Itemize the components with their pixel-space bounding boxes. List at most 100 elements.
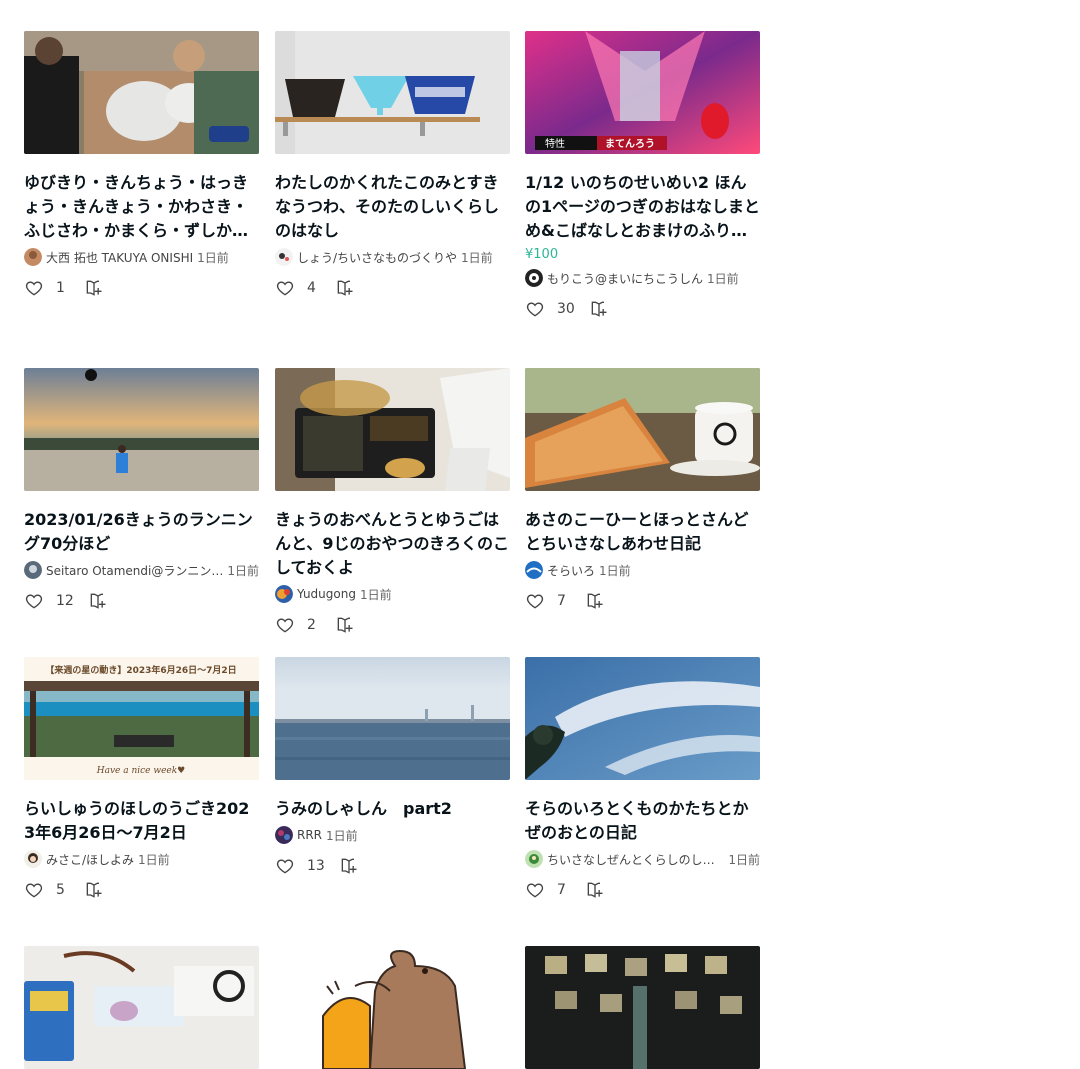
note-card[interactable]: あさのこーひーとほっとさんどとちいさなしあわせ日記 そらいろ 1日前 7: [525, 368, 760, 613]
card-thumbnail[interactable]: [525, 657, 760, 780]
author-name[interactable]: そらいろ: [547, 562, 595, 579]
author-avatar[interactable]: [525, 561, 543, 579]
card-thumbnail[interactable]: 【来週の星の動き】2023年6月26日〜7月2日 Have a nice wee…: [24, 657, 259, 780]
card-thumbnail[interactable]: [275, 657, 510, 780]
add-to-magazine-icon[interactable]: [589, 299, 609, 319]
card-actions: 4: [275, 276, 510, 300]
card-thumbnail[interactable]: [24, 368, 259, 491]
card-title[interactable]: 1/12 いのちのせいめい2 ほんの1ページのつぎのおはなしまとめ&こばなしとお…: [525, 171, 760, 243]
like-count: 7: [557, 593, 566, 609]
card-meta: Yudugong 1日前: [275, 584, 510, 604]
card-title[interactable]: ゆびきり・きんちょう・はっきょう・きんきょう・かわさき・ふじさわ・かまくら・ずし…: [24, 171, 259, 243]
card-thumbnail[interactable]: [525, 946, 760, 1069]
post-time: 1日前: [359, 587, 392, 602]
heart-outline-icon[interactable]: [525, 299, 545, 319]
thumbnail-banner-script: Have a nice week♥: [96, 766, 186, 776]
heart-outline-icon[interactable]: [525, 880, 545, 900]
author-avatar[interactable]: [24, 248, 42, 266]
author-avatar[interactable]: [525, 269, 543, 287]
note-card[interactable]: そらのいろとくものかたちとかぜのおとの日記 ちいさなしぜんとくらしのしゃしん i…: [525, 657, 760, 902]
author-avatar[interactable]: [275, 826, 293, 844]
add-to-magazine-icon[interactable]: [585, 591, 605, 611]
author-name[interactable]: Yudugong: [297, 587, 356, 601]
post-time: 1日前: [138, 852, 170, 867]
heart-outline-icon[interactable]: [275, 856, 295, 876]
card-meta: 大西 拓也 TAKUYA ONISHI 1日前: [24, 247, 259, 267]
add-to-magazine-icon[interactable]: [335, 615, 355, 635]
heart-outline-icon[interactable]: [24, 278, 44, 298]
card-actions: 7: [525, 878, 760, 902]
heart-outline-icon[interactable]: [275, 615, 295, 635]
card-actions: 1: [24, 276, 259, 300]
thumbnail-badge-right: まてんろう: [605, 138, 655, 150]
like-count: 30: [557, 301, 575, 317]
author-avatar[interactable]: [24, 561, 42, 579]
card-meta: ちいさなしぜんとくらしのしゃしん in ちかくのこうえん 1日前: [525, 849, 760, 869]
add-to-magazine-icon[interactable]: [335, 278, 355, 298]
card-thumbnail[interactable]: [525, 368, 760, 491]
note-card[interactable]: [525, 946, 760, 1069]
note-card[interactable]: 特性 まてんろう 1/12 いのちのせいめい2 ほんの1ページのつぎのおはなしま…: [525, 31, 760, 321]
post-time: 1日前: [197, 250, 229, 265]
card-title[interactable]: らいしゅうのほしのうごき2023年6月26日〜7月2日: [24, 797, 259, 845]
card-actions: 12: [24, 589, 259, 613]
author-avatar[interactable]: [525, 850, 543, 868]
author-avatar[interactable]: [275, 585, 293, 603]
author-name[interactable]: 大西 拓也 TAKUYA ONISHI: [46, 249, 193, 266]
card-thumbnail[interactable]: [275, 31, 510, 154]
thumbnail-banner-title: 【来週の星の動き】2023年6月26日〜7月2日: [45, 664, 236, 676]
author-name[interactable]: みさこ/ほしよみ: [46, 851, 134, 868]
heart-outline-icon[interactable]: [24, 591, 44, 611]
card-thumbnail[interactable]: [24, 946, 259, 1069]
add-to-magazine-icon[interactable]: [585, 880, 605, 900]
thumbnail-badge-left: 特性: [545, 137, 565, 150]
note-card[interactable]: 【来週の星の動き】2023年6月26日〜7月2日 Have a nice wee…: [24, 657, 259, 902]
author-name[interactable]: Seitaro Otamendi@ランニングにち: [46, 562, 223, 579]
card-title[interactable]: そらのいろとくものかたちとかぜのおとの日記: [525, 797, 760, 845]
card-meta: そらいろ 1日前: [525, 560, 760, 580]
add-to-magazine-icon[interactable]: [339, 856, 359, 876]
author-avatar[interactable]: [275, 248, 293, 266]
note-card[interactable]: きょうのおべんとうとゆうごはんと、9じのおやつのきろくのこしておくよ Yudug…: [275, 368, 510, 637]
add-to-magazine-icon[interactable]: [84, 278, 104, 298]
card-actions: 2: [275, 613, 510, 637]
post-time: 1日前: [728, 852, 760, 867]
like-count: 5: [56, 882, 65, 898]
card-title[interactable]: あさのこーひーとほっとさんどとちいさなしあわせ日記: [525, 508, 760, 556]
note-card[interactable]: 2023/01/26きょうのランニング70分ほど Seitaro Otamend…: [24, 368, 259, 613]
card-title[interactable]: わたしのかくれたこのみとすきなうつわ、そのたのしいくらしのはなし: [275, 171, 510, 243]
heart-outline-icon[interactable]: [24, 880, 44, 900]
post-time: 1日前: [326, 828, 358, 843]
like-count: 1: [56, 280, 65, 296]
card-title[interactable]: きょうのおべんとうとゆうごはんと、9じのおやつのきろくのこしておくよ: [275, 508, 510, 580]
heart-outline-icon[interactable]: [275, 278, 295, 298]
note-card[interactable]: ゆびきり・きんちょう・はっきょう・きんきょう・かわさき・ふじさわ・かまくら・ずし…: [24, 31, 259, 300]
like-count: 12: [56, 593, 74, 609]
card-thumbnail[interactable]: [275, 368, 510, 491]
post-time: 1日前: [707, 271, 739, 286]
card-title[interactable]: うみのしゃしん part2: [275, 797, 510, 821]
note-card[interactable]: わたしのかくれたこのみとすきなうつわ、そのたのしいくらしのはなし しょう/ちいさ…: [275, 31, 510, 300]
add-to-magazine-icon[interactable]: [84, 880, 104, 900]
note-card[interactable]: [275, 946, 510, 1069]
author-name[interactable]: ちいさなしぜんとくらしのしゃしん in ちかくのこうえん: [547, 851, 724, 868]
card-thumbnail[interactable]: [24, 31, 259, 154]
card-thumbnail[interactable]: [275, 946, 510, 1069]
author-avatar[interactable]: [24, 850, 42, 868]
card-actions: 5: [24, 878, 259, 902]
heart-outline-icon[interactable]: [525, 591, 545, 611]
card-meta: RRR 1日前: [275, 825, 510, 845]
note-card[interactable]: うみのしゃしん part2 RRR 1日前 13: [275, 657, 510, 878]
note-card[interactable]: [24, 946, 259, 1069]
author-name[interactable]: しょう/ちいさなものづくりや: [297, 249, 457, 266]
card-title[interactable]: 2023/01/26きょうのランニング70分ほど: [24, 508, 259, 556]
card-actions: 13: [275, 854, 510, 878]
add-to-magazine-icon[interactable]: [88, 591, 108, 611]
like-count: 4: [307, 280, 316, 296]
card-thumbnail[interactable]: 特性 まてんろう: [525, 31, 760, 154]
author-name[interactable]: もりこう@まいにちこうしん: [547, 270, 703, 287]
author-name[interactable]: RRR: [297, 828, 322, 842]
card-meta: もりこう@まいにちこうしん 1日前: [525, 268, 760, 288]
card-actions: 7: [525, 589, 760, 613]
post-time: 1日前: [599, 563, 631, 578]
